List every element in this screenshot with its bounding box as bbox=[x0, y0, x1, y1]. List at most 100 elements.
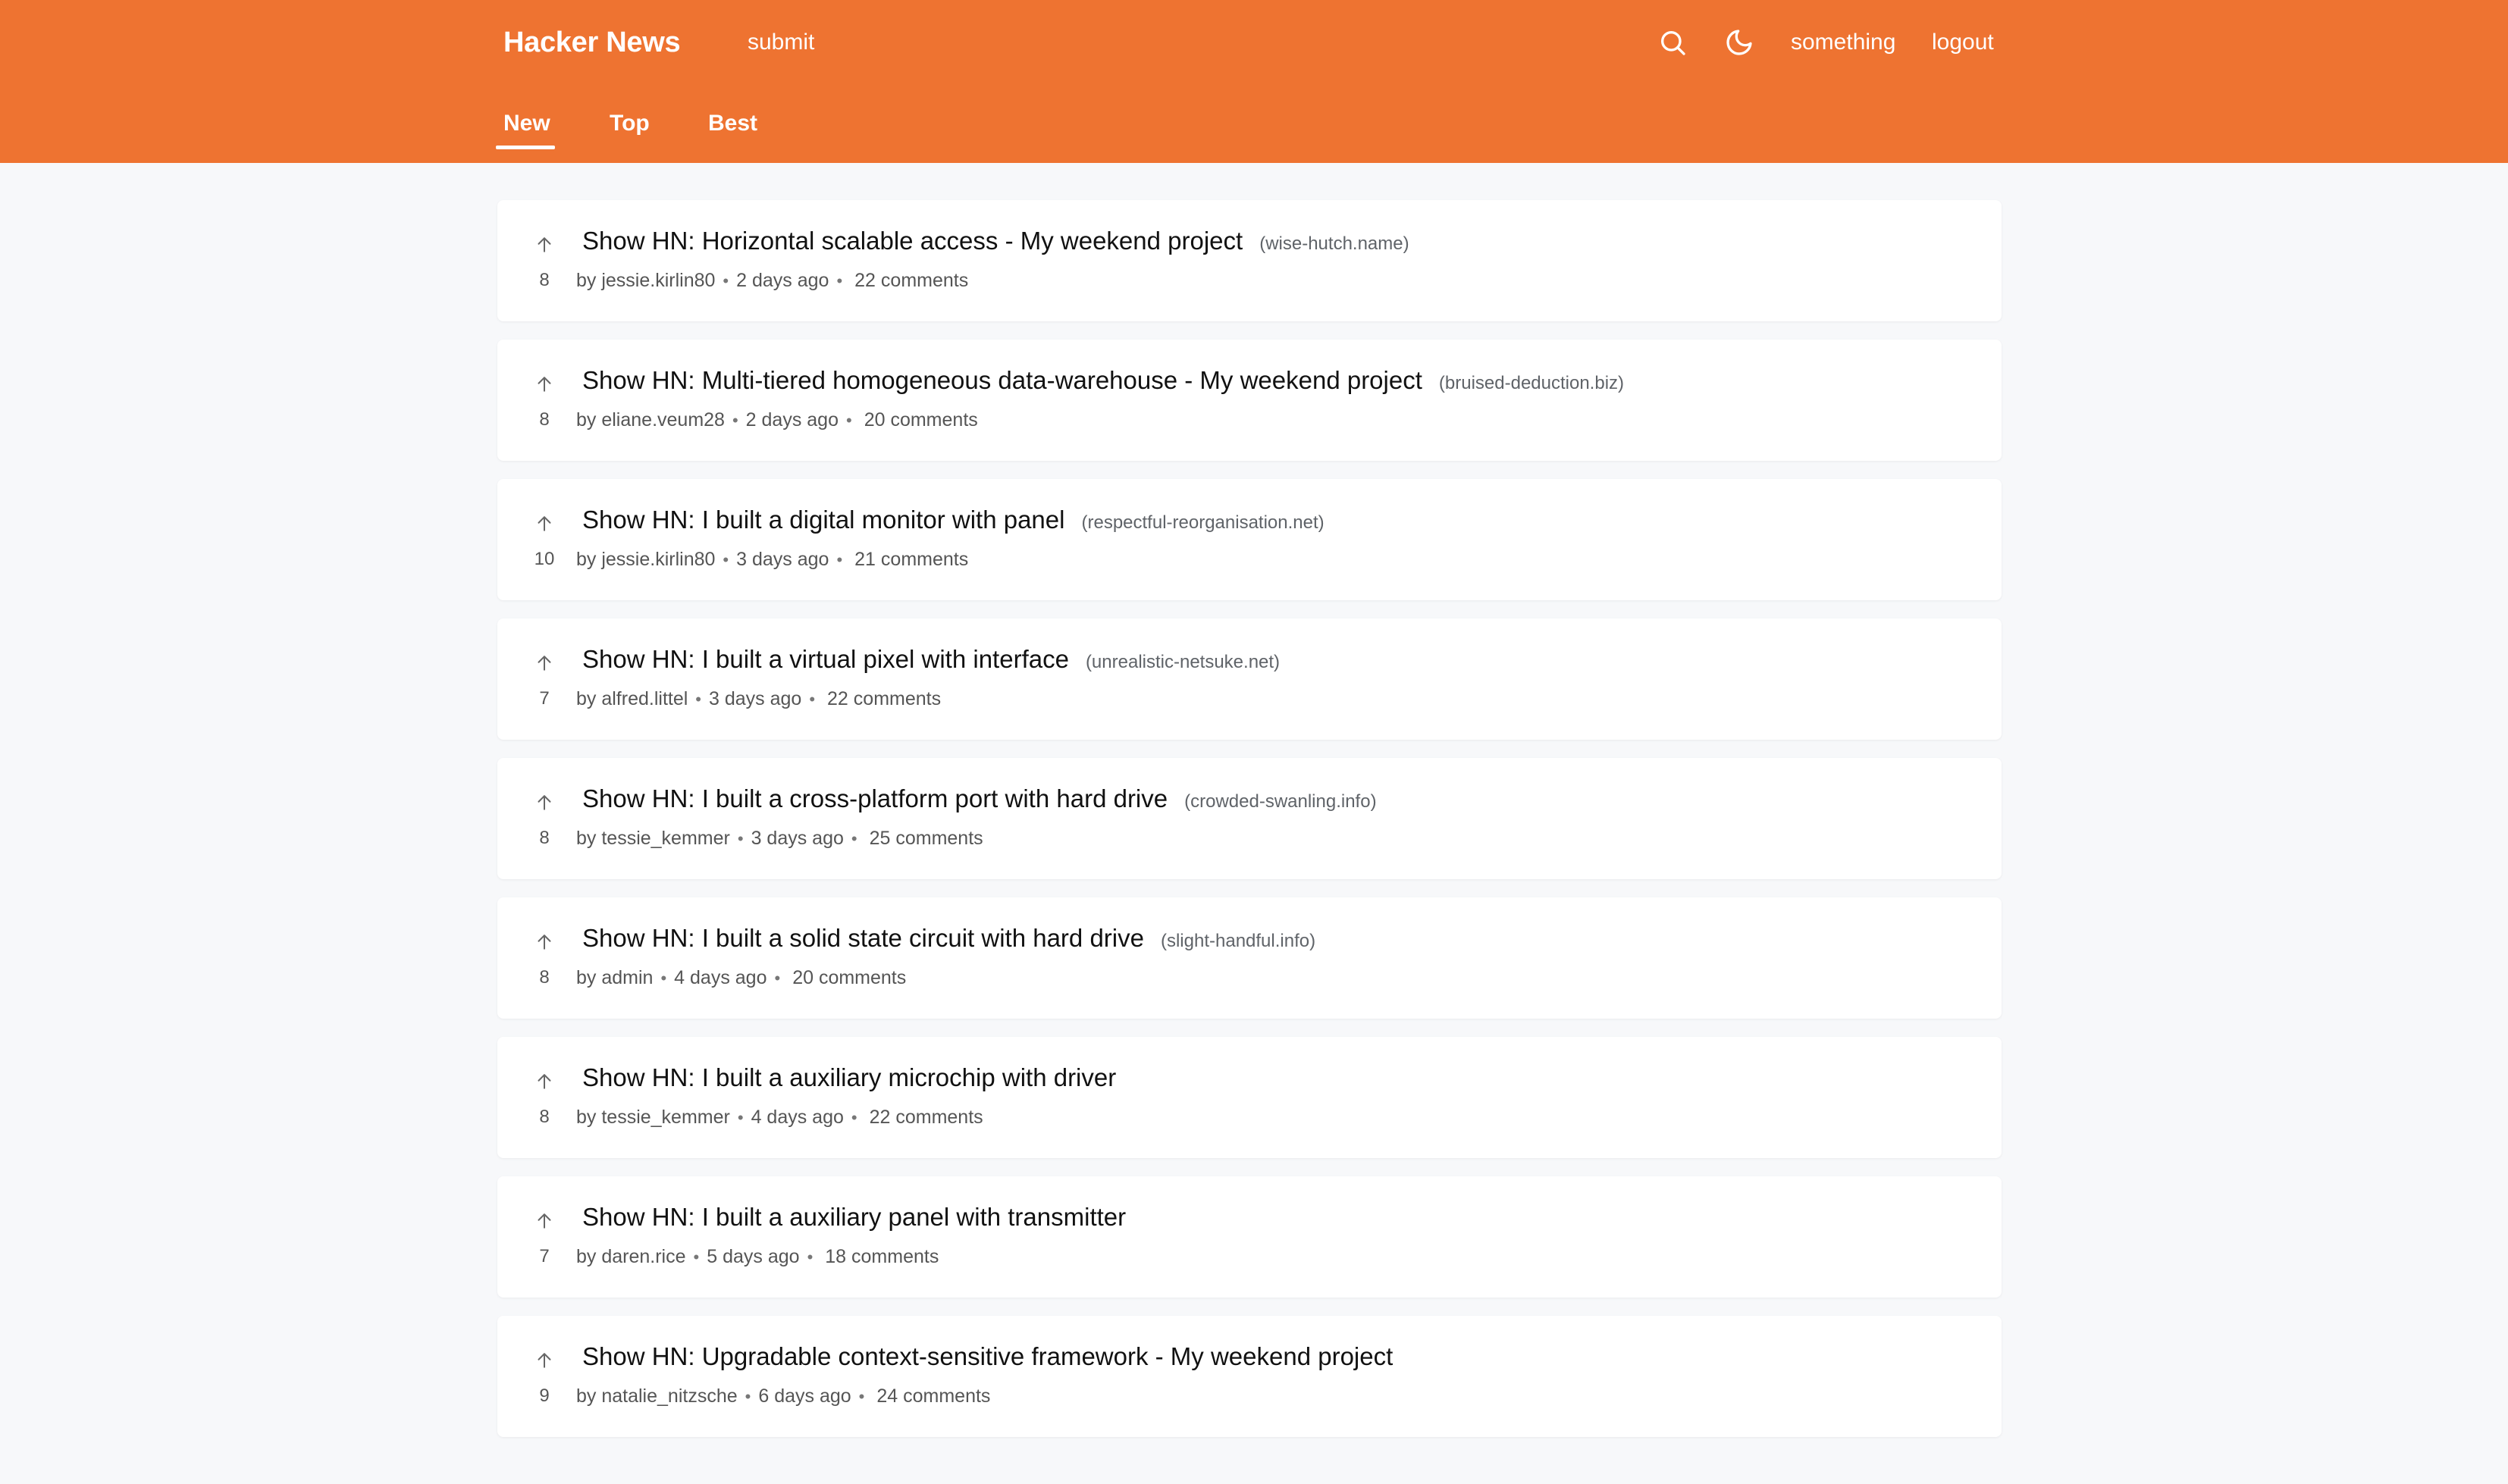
story-time: 4 days ago bbox=[751, 1107, 844, 1128]
story-comments-link[interactable]: 20 comments bbox=[792, 967, 906, 988]
story-list: 8 Show HN: Horizontal scalable access - … bbox=[497, 200, 2002, 1455]
story-title-link[interactable]: Show HN: I built a solid state circuit w… bbox=[582, 924, 1144, 952]
story-comments-link[interactable]: 22 comments bbox=[870, 1107, 983, 1128]
separator-dot: • bbox=[836, 550, 843, 569]
upvote-icon[interactable] bbox=[528, 1349, 561, 1372]
points-count: 9 bbox=[539, 1385, 550, 1406]
tab-best[interactable]: Best bbox=[708, 106, 757, 141]
story-title-link[interactable]: Show HN: I built a auxiliary microchip w… bbox=[582, 1063, 1116, 1091]
story-time: 6 days ago bbox=[758, 1385, 851, 1407]
story-card: 9 Show HN: Upgradable context-sensitive … bbox=[497, 1316, 2002, 1437]
story-time: 3 days ago bbox=[751, 828, 844, 849]
story-domain[interactable]: (respectful-reorganisation.net) bbox=[1081, 512, 1324, 533]
points-count: 8 bbox=[539, 270, 550, 290]
story-time: 3 days ago bbox=[736, 549, 829, 570]
story-domain[interactable]: (crowded-swanling.info) bbox=[1184, 791, 1376, 812]
story-title-link[interactable]: Show HN: I built a digital monitor with … bbox=[582, 506, 1064, 534]
separator-dot: • bbox=[695, 690, 701, 709]
story-meta: by alfred.littel • 3 days ago • 22 comments bbox=[576, 684, 941, 714]
story-meta: by tessie_kemmer • 3 days ago • 25 comments bbox=[576, 823, 983, 853]
story-comments-link[interactable]: 22 comments bbox=[827, 688, 941, 709]
story-time: 3 days ago bbox=[709, 688, 802, 709]
separator-dot: • bbox=[723, 271, 729, 290]
separator-dot: • bbox=[851, 1108, 857, 1127]
separator-dot: • bbox=[737, 1108, 744, 1127]
story-author[interactable]: by eliane.veum28 bbox=[576, 409, 725, 430]
story-author[interactable]: by jessie.kirlin80 bbox=[576, 270, 715, 291]
search-icon[interactable] bbox=[1657, 27, 1688, 58]
story-author[interactable]: by jessie.kirlin80 bbox=[576, 549, 715, 570]
logout-link[interactable]: logout bbox=[1932, 26, 1994, 59]
points-count: 7 bbox=[539, 1246, 550, 1266]
upvote-icon[interactable] bbox=[528, 1210, 561, 1232]
tab-top[interactable]: Top bbox=[610, 106, 650, 141]
story-card: 8 Show HN: I built a cross-platform port… bbox=[497, 758, 2002, 879]
upvote-icon[interactable] bbox=[528, 1070, 561, 1093]
tab-new[interactable]: New bbox=[503, 106, 550, 141]
story-title-link[interactable]: Show HN: I built a cross-platform port w… bbox=[582, 784, 1168, 812]
story-card: 7 Show HN: I built a auxiliary panel wit… bbox=[497, 1176, 2002, 1298]
story-meta: by eliane.veum28 • 2 days ago • 20 comments bbox=[576, 405, 978, 435]
story-author[interactable]: by tessie_kemmer bbox=[576, 1107, 730, 1128]
separator-dot: • bbox=[693, 1248, 700, 1266]
story-title-link[interactable]: Show HN: Multi-tiered homogeneous data-w… bbox=[582, 366, 1422, 394]
story-title-link[interactable]: Show HN: Horizontal scalable access - My… bbox=[582, 227, 1243, 255]
separator-dot: • bbox=[836, 271, 843, 290]
story-meta: by jessie.kirlin80 • 3 days ago • 21 comment… bbox=[576, 544, 968, 575]
points-count: 8 bbox=[539, 828, 550, 848]
points-count: 7 bbox=[539, 688, 550, 709]
story-title-link[interactable]: Show HN: I built a virtual pixel with in… bbox=[582, 645, 1069, 673]
story-title-link[interactable]: Show HN: I built a auxiliary panel with … bbox=[582, 1203, 1126, 1231]
story-card: 7 Show HN: I built a virtual pixel with … bbox=[497, 618, 2002, 740]
story-title-link[interactable]: Show HN: Upgradable context-sensitive fr… bbox=[582, 1342, 1393, 1370]
top-header: Hacker News submit something logout New … bbox=[0, 0, 2508, 163]
user-profile-link[interactable]: something bbox=[1791, 26, 1895, 59]
story-time: 2 days ago bbox=[745, 409, 839, 430]
points-count: 8 bbox=[539, 409, 550, 430]
story-domain[interactable]: (unrealistic-netsuke.net) bbox=[1086, 652, 1280, 672]
story-comments-link[interactable]: 25 comments bbox=[870, 828, 983, 849]
separator-dot: • bbox=[851, 829, 857, 848]
story-author[interactable]: by tessie_kemmer bbox=[576, 828, 730, 849]
story-card: 8 Show HN: I built a solid state circuit… bbox=[497, 897, 2002, 1019]
story-domain[interactable]: (bruised-deduction.biz) bbox=[1439, 373, 1624, 393]
separator-dot: • bbox=[723, 550, 729, 569]
story-author[interactable]: by daren.rice bbox=[576, 1246, 686, 1267]
story-time: 5 days ago bbox=[707, 1246, 800, 1267]
story-domain[interactable]: (wise-hutch.name) bbox=[1259, 233, 1409, 254]
separator-dot: • bbox=[846, 411, 852, 430]
separator-dot: • bbox=[660, 969, 667, 988]
story-comments-link[interactable]: 21 comments bbox=[854, 549, 968, 570]
points-count: 8 bbox=[539, 967, 550, 988]
story-author[interactable]: by alfred.littel bbox=[576, 688, 688, 709]
story-author[interactable]: by admin bbox=[576, 967, 653, 988]
story-time: 4 days ago bbox=[674, 967, 767, 988]
story-meta: by daren.rice • 5 days ago • 18 comments bbox=[576, 1241, 939, 1272]
site-logo[interactable]: Hacker News bbox=[503, 24, 681, 61]
separator-dot: • bbox=[858, 1387, 865, 1406]
story-comments-link[interactable]: 22 comments bbox=[854, 270, 968, 291]
upvote-icon[interactable] bbox=[528, 512, 561, 535]
story-domain[interactable]: (slight-handful.info) bbox=[1161, 931, 1315, 951]
story-meta: by tessie_kemmer • 4 days ago • 22 comments bbox=[576, 1102, 983, 1132]
active-tab-indicator bbox=[496, 146, 555, 149]
upvote-icon[interactable] bbox=[528, 791, 561, 814]
story-card: 8 Show HN: Multi-tiered homogeneous data… bbox=[497, 340, 2002, 461]
story-comments-link[interactable]: 24 comments bbox=[876, 1385, 990, 1407]
upvote-icon[interactable] bbox=[528, 931, 561, 953]
upvote-icon[interactable] bbox=[528, 652, 561, 675]
moon-icon[interactable] bbox=[1724, 27, 1754, 58]
separator-dot: • bbox=[807, 1248, 814, 1266]
story-card: 8 Show HN: Horizontal scalable access - … bbox=[497, 200, 2002, 321]
story-comments-link[interactable]: 20 comments bbox=[864, 409, 978, 430]
story-author[interactable]: by natalie_nitzsche bbox=[576, 1385, 738, 1407]
separator-dot: • bbox=[737, 829, 744, 848]
submit-link[interactable]: submit bbox=[748, 26, 814, 59]
points-count: 8 bbox=[539, 1107, 550, 1127]
story-meta: by natalie_nitzsche • 6 days ago • 24 commen… bbox=[576, 1381, 990, 1411]
upvote-icon[interactable] bbox=[528, 233, 561, 256]
story-comments-link[interactable]: 18 comments bbox=[825, 1246, 939, 1267]
upvote-icon[interactable] bbox=[528, 373, 561, 396]
story-card: 8 Show HN: I built a auxiliary microchip… bbox=[497, 1037, 2002, 1158]
story-meta: by admin • 4 days ago • 20 comments bbox=[576, 963, 906, 993]
